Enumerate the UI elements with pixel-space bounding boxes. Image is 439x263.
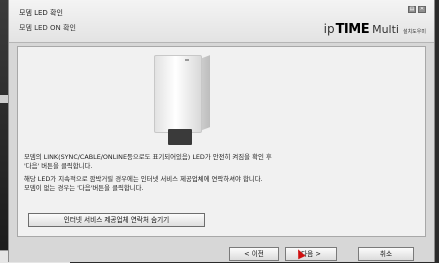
logo-subtitle: 설치도우미	[402, 29, 426, 35]
wizard-header: 모뎀 LED 확인 모뎀 LED ON 확인 ▤ ✕ ip TIME Multi…	[9, 0, 434, 43]
logo-ip: ip	[323, 22, 335, 36]
note-line-2: 모뎀이 없는 경우는 '다음'버튼을 클릭합니다.	[24, 184, 144, 192]
router-led-icon	[185, 59, 189, 61]
step-title: 모뎀 LED 확인	[19, 9, 63, 17]
router-body	[154, 55, 202, 133]
close-icon[interactable]: ✕	[418, 6, 426, 13]
router-image	[148, 55, 224, 147]
menu-icon[interactable]: ▤	[408, 6, 416, 13]
step-subtitle: 모뎀 LED ON 확인	[19, 24, 76, 32]
instruction-text: 모뎀의 LINK(SYNC/CABLE/ONLINE등으로도 표기되어있음) L…	[24, 153, 422, 193]
window-controls: ▤ ✕	[408, 6, 426, 13]
prev-button[interactable]: < 이전	[229, 247, 279, 261]
instruction-line-1: 모뎀의 LINK(SYNC/CABLE/ONLINE등으로도 표기되어있음) L…	[24, 153, 272, 161]
iptime-logo: ip TIME Multi 설치도우미	[324, 22, 426, 37]
content-panel: 모뎀의 LINK(SYNC/CABLE/ONLINE등으로도 표기되어있음) L…	[17, 46, 426, 237]
note-line-1: 해당 LED가 지속적으로 깜박거릴 경우에는 인터넷 서비스 제공업체에 연락…	[24, 175, 263, 183]
instruction-line-2: '다음' 버튼을 클릭합니다.	[24, 162, 93, 170]
hide-isp-contacts-button[interactable]: 인터넷 서비스 제공업체 연락처 숨기기	[28, 213, 205, 227]
router-stand	[168, 129, 192, 145]
setup-wizard-dialog: 모뎀 LED 확인 모뎀 LED ON 확인 ▤ ✕ ip TIME Multi…	[8, 0, 435, 262]
logo-time: TIME	[335, 22, 370, 37]
cancel-button[interactable]: 취소	[358, 247, 414, 261]
next-button[interactable]: 다음 >	[285, 247, 337, 261]
logo-multi: Multi	[372, 23, 399, 36]
